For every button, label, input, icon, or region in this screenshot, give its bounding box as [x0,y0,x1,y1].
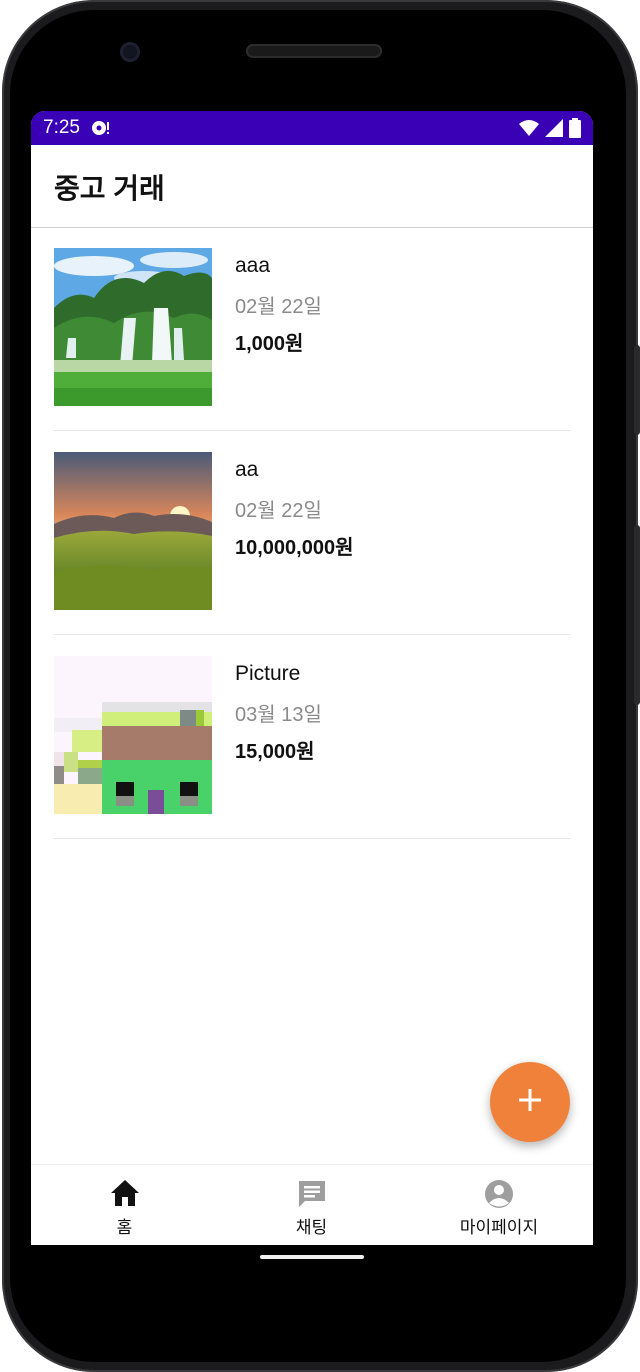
listing-date: 03월 13일 [235,704,322,726]
listing-title: aaa [235,254,271,277]
plus-icon [518,1088,542,1116]
volume-button [634,345,640,435]
power-button [634,525,640,705]
front-camera [120,42,140,62]
nav-label-chat: 채팅 [295,1218,328,1238]
nav-label-mypage: 마이페이지 [459,1218,539,1238]
add-listing-button[interactable] [490,1062,570,1142]
listing-date: 02월 22일 [235,296,322,318]
signal-icon [545,119,563,141]
listing-price: 10,000,000원 [235,537,354,559]
home-icon [110,1179,140,1211]
notification-icon [91,119,111,141]
page-title: 중고 거래 [54,173,165,204]
app-screen: 7:25 중고 거래 aaa 02월 22일 1,000원 aa 02월 22일… [31,111,593,1245]
wifi-icon [519,119,539,141]
nav-label-home: 홈 [116,1218,133,1238]
listing-item[interactable]: Picture 03월 13일 15,000원 [54,635,570,839]
battery-icon [569,118,581,142]
nav-item-home[interactable]: 홈 [31,1165,218,1245]
listing-price: 15,000원 [235,741,315,763]
status-bar: 7:25 [31,111,593,145]
chat-icon [297,1179,327,1213]
earpiece-speaker [246,44,382,58]
app-bar: 중고 거래 [31,145,593,228]
listing-thumbnail [54,452,212,610]
listing-list: aaa 02월 22일 1,000원 aa 02월 22일 10,000,000… [54,227,570,839]
listing-date: 02월 22일 [235,500,322,522]
status-icons [519,118,581,142]
nav-item-chat[interactable]: 채팅 [218,1165,405,1245]
listing-thumbnail [54,656,212,814]
listing-thumbnail [54,248,212,406]
status-time: 7:25 [43,117,80,138]
account-icon [484,1179,514,1213]
phone-device: 7:25 중고 거래 aaa 02월 22일 1,000원 aa 02월 22일… [0,0,640,1372]
nav-item-mypage[interactable]: 마이페이지 [405,1165,593,1245]
bottom-navigation: 홈 채팅 마이페이지 [31,1164,593,1245]
listing-item[interactable]: aaa 02월 22일 1,000원 [54,227,570,431]
listing-title: aa [235,458,259,481]
home-indicator[interactable] [260,1255,364,1259]
listing-item[interactable]: aa 02월 22일 10,000,000원 [54,431,570,635]
listing-title: Picture [235,662,301,685]
listing-price: 1,000원 [235,333,304,355]
